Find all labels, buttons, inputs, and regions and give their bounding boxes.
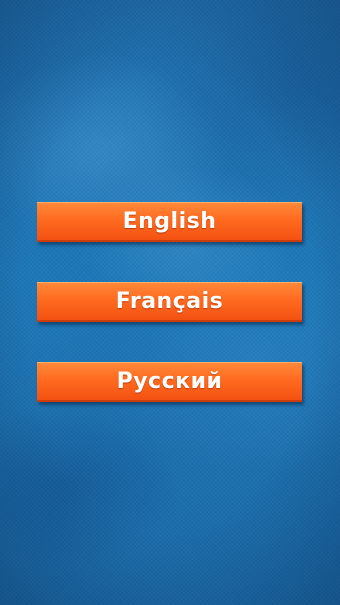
language-button-french[interactable]: Français bbox=[37, 282, 302, 322]
language-select-screen: English Français Русский bbox=[0, 0, 340, 605]
language-button-russian[interactable]: Русский bbox=[37, 362, 302, 402]
language-button-english[interactable]: English bbox=[37, 202, 302, 242]
